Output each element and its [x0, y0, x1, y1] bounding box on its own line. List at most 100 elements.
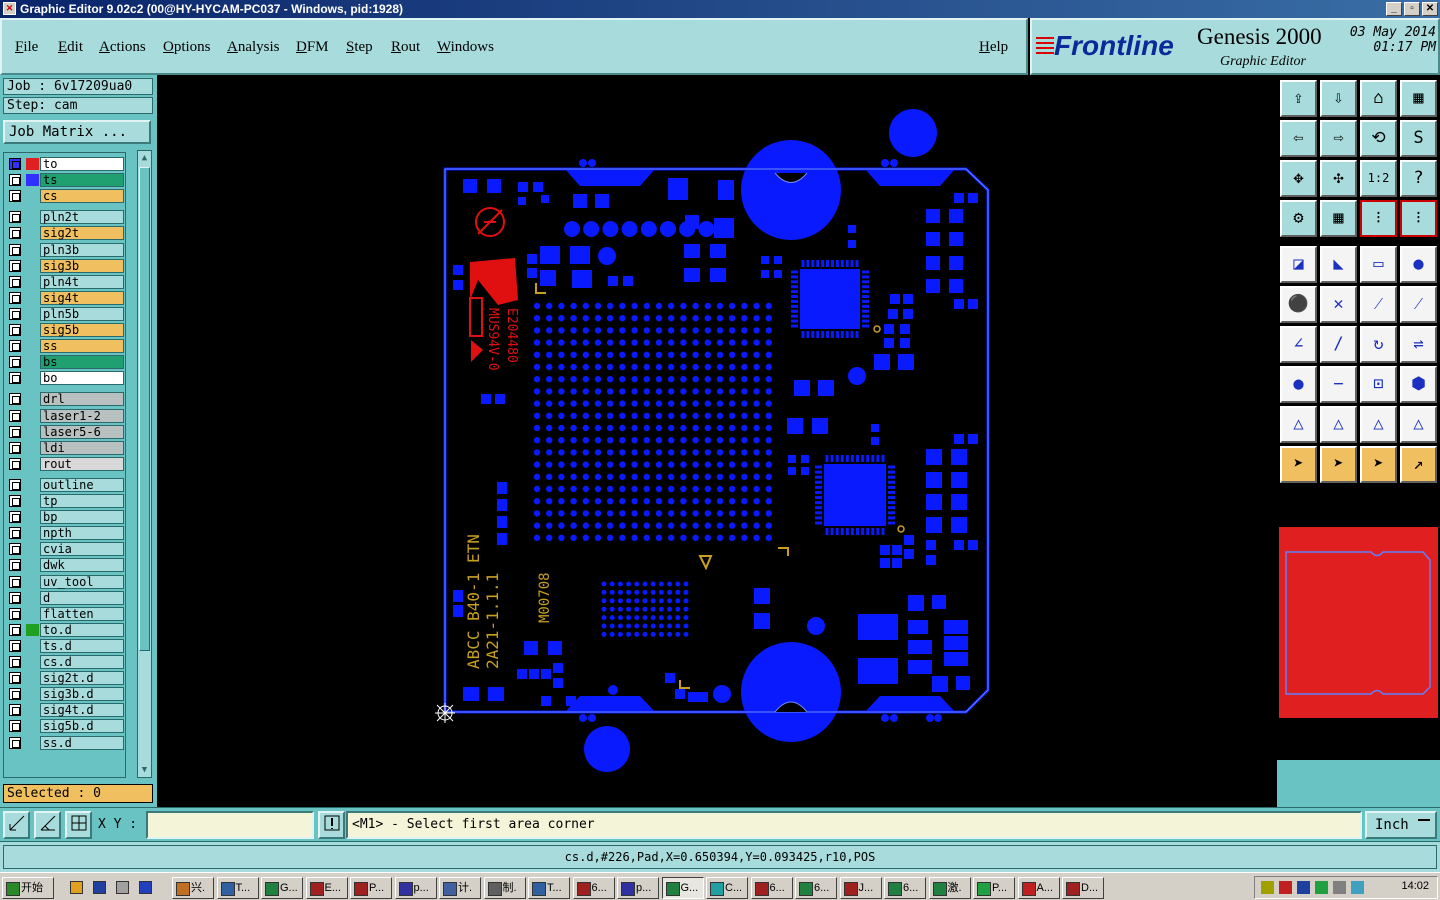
taskbar-item[interactable]: T... [528, 877, 570, 899]
ql-edit-icon[interactable] [116, 881, 129, 894]
layer-name[interactable]: tp [40, 494, 124, 508]
zoom-home-button[interactable]: ✣ [1320, 160, 1357, 197]
zoom-back-button[interactable]: ⇦ [1280, 120, 1317, 157]
triangle-a-button[interactable]: △ [1280, 406, 1317, 443]
triangle-c-button[interactable]: △ [1360, 406, 1397, 443]
measure-mode-button[interactable] [34, 811, 61, 839]
layer-row-rout[interactable]: rout [4, 456, 125, 471]
layer-name[interactable]: sig5b.d [40, 719, 124, 734]
layer-checkbox[interactable] [9, 174, 21, 187]
menu-file[interactable]: File [15, 39, 38, 56]
line-tool-button[interactable]: ⁄ [1360, 286, 1397, 323]
window-button[interactable]: ▦ [1400, 80, 1437, 117]
layer-name[interactable]: sig3b.d [40, 687, 124, 702]
minus-button[interactable]: − [1320, 366, 1357, 403]
layer-row-to[interactable]: to [4, 157, 125, 171]
layer-row-bo[interactable]: bo [4, 371, 125, 386]
layer-checkbox[interactable] [9, 457, 21, 470]
query-button[interactable]: ? [1400, 160, 1437, 197]
layer-name[interactable]: ts [40, 173, 124, 188]
menu-options[interactable]: Options [163, 39, 211, 56]
layer-checkbox[interactable] [9, 275, 21, 288]
layer-checkbox[interactable] [9, 393, 21, 406]
rotate-button[interactable]: ↻ [1360, 326, 1397, 363]
layer-name[interactable]: sig4t.d [40, 703, 124, 718]
layer-checkbox[interactable] [9, 559, 21, 572]
ql-clock-icon[interactable] [70, 881, 83, 894]
layer-row-ss[interactable]: ss [4, 339, 125, 354]
layer-name[interactable]: sig5b [40, 323, 124, 337]
layer-name[interactable]: ldi [40, 440, 124, 455]
layer-row-to.d[interactable]: to.d [4, 622, 125, 637]
close-button[interactable]: ✕ [1422, 2, 1438, 16]
layer-checkbox[interactable] [9, 591, 21, 604]
taskbar-item[interactable]: 制. [483, 877, 526, 899]
layer-checkbox[interactable] [9, 356, 21, 369]
layer-name[interactable]: pln4t [40, 274, 124, 289]
layer-checkbox[interactable] [9, 441, 21, 454]
taskbar-item[interactable]: P... [973, 877, 1015, 899]
layer-name[interactable]: ss.d [40, 735, 124, 750]
layer-checkbox[interactable] [9, 704, 21, 717]
layers-bottom-button[interactable]: ⁝ [1400, 200, 1437, 237]
shape-button[interactable]: ⬢ [1400, 366, 1437, 403]
layer-name[interactable]: bo [40, 371, 124, 386]
save-button[interactable]: ⇩ [1320, 80, 1357, 117]
start-button[interactable]: 开始 [2, 877, 54, 899]
layer-row-tp[interactable]: tp [4, 494, 125, 508]
menu-edit[interactable]: Edit [58, 39, 83, 56]
layer-checkbox[interactable] [9, 639, 21, 652]
layer-name[interactable]: drl [40, 392, 124, 407]
layer-row-drl[interactable]: drl [4, 392, 125, 407]
layer-name[interactable]: flatten [40, 606, 124, 621]
taskbar-item[interactable]: G... [661, 877, 704, 899]
layer-row-sig2t[interactable]: sig2t [4, 226, 125, 241]
layer-name[interactable]: sig3b [40, 258, 124, 273]
ruler-button[interactable]: ▭ [1360, 246, 1397, 283]
layer-name[interactable]: bs [40, 355, 124, 370]
layer-row-sig5b.d[interactable]: sig5b.d [4, 719, 125, 734]
taskbar-item[interactable]: 激. [928, 877, 971, 899]
layer-checkbox[interactable] [9, 409, 21, 422]
tray-icon[interactable] [1279, 881, 1292, 894]
layer-row-outline[interactable]: outline [4, 477, 125, 492]
layer-row-dwk[interactable]: dwk [4, 558, 125, 573]
arc-tool-button[interactable]: ⁄ [1400, 286, 1437, 323]
layer-checkbox[interactable] [9, 259, 21, 272]
measure-angle-button[interactable]: ◣ [1320, 246, 1357, 283]
taskbar-item[interactable]: T... [216, 877, 259, 899]
select-box-button[interactable]: ➤ [1360, 446, 1397, 483]
taskbar-item[interactable]: C... [706, 877, 748, 899]
maximize-button[interactable]: ▫ [1404, 2, 1420, 16]
zoom-forward-button[interactable]: ⇨ [1320, 120, 1357, 157]
taskbar-item[interactable]: 计. [439, 877, 481, 899]
redraw-button[interactable]: S [1400, 120, 1437, 157]
layer-checkbox[interactable] [9, 340, 21, 353]
net-select-button[interactable]: ↗ [1400, 446, 1437, 483]
layer-checkbox[interactable] [9, 324, 21, 336]
ql-globe-icon[interactable] [93, 881, 106, 894]
scale-1-2-button[interactable]: 1:2 [1360, 160, 1397, 197]
layer-name[interactable]: outline [40, 477, 124, 492]
layer-row-bs[interactable]: bs [4, 355, 125, 370]
layer-row-ss.d[interactable]: ss.d [4, 735, 125, 750]
layer-name[interactable]: pln3b [40, 242, 124, 257]
layer-checkbox[interactable] [9, 511, 21, 524]
layer-name[interactable]: uv_tool [40, 574, 124, 589]
layer-row-ts[interactable]: ts [4, 173, 125, 188]
layer-checkbox[interactable] [9, 527, 21, 540]
taskbar-item[interactable]: D... [1062, 877, 1104, 899]
open-job-button[interactable]: ⇪ [1280, 80, 1317, 117]
scroll-up-icon[interactable]: ▲ [139, 152, 150, 164]
layer-name[interactable]: d [40, 590, 124, 605]
layer-row-flatten[interactable]: flatten [4, 606, 125, 621]
layer-checkbox[interactable] [9, 227, 21, 240]
layer-checkbox[interactable] [9, 478, 21, 491]
settings-button[interactable]: ⚙ [1280, 200, 1317, 237]
layer-row-pln2t[interactable]: pln2t [4, 210, 125, 225]
layer-row-cs.d[interactable]: cs.d [4, 655, 125, 669]
layer-checkbox[interactable] [9, 495, 21, 507]
layer-name[interactable]: pln2t [40, 210, 124, 225]
layer-row-sig4t[interactable]: sig4t [4, 290, 125, 305]
layer-scrollbar[interactable]: ▲ ▼ [137, 150, 152, 778]
